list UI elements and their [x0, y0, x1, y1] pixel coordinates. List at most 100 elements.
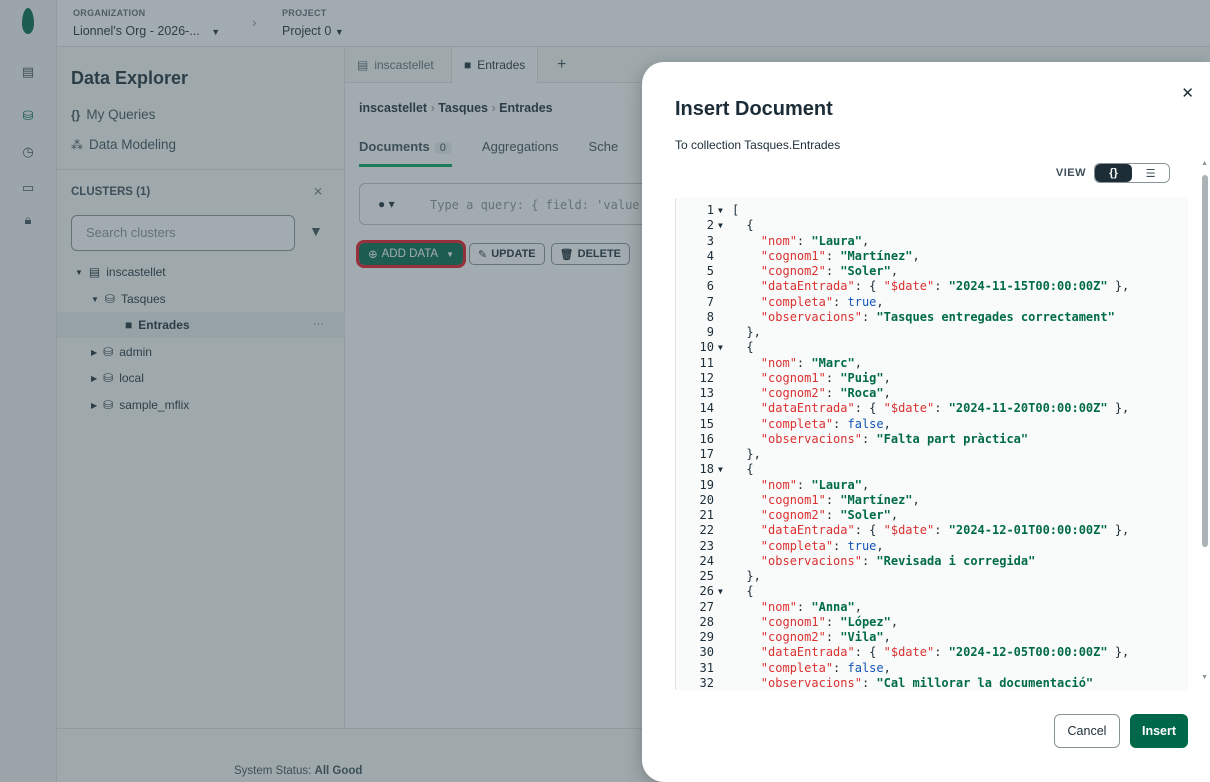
fold-caret-icon[interactable]: ▼	[718, 463, 723, 476]
code-token: :	[833, 538, 848, 553]
code-token: :	[825, 492, 841, 507]
code-token: ,	[883, 416, 891, 431]
line-number: 3	[706, 233, 714, 248]
code-token: ,	[912, 492, 920, 507]
json-editor[interactable]: 1 ▼ [2 ▼ {3 "nom": "Laura", 4 "cognom1": "Martí…	[675, 198, 1188, 690]
code-token: {	[746, 340, 754, 355]
code-token: [	[732, 203, 740, 217]
fold-caret-icon[interactable]: ▼	[718, 219, 723, 232]
code-token: :	[796, 599, 812, 614]
code-token: "Martínez"	[840, 248, 913, 263]
code-token: "Soler"	[840, 264, 891, 278]
code-token: :	[861, 675, 877, 690]
code-token: ,	[883, 630, 891, 644]
code-text: "cognom2": "Roca",	[761, 387, 891, 400]
code-text: },	[746, 570, 760, 583]
code-token: ,	[890, 508, 899, 522]
line-number: 7	[706, 294, 714, 309]
code-text: "dataEntrada": { "$date": "2024-12-01T00…	[761, 524, 1130, 537]
code-text: "dataEntrada": { "$date": "2024-11-20T00…	[761, 402, 1130, 415]
code-token: :	[861, 431, 877, 446]
line-number: 27	[699, 599, 714, 614]
code-token: : {	[854, 401, 884, 416]
code-token: "dataEntrada"	[760, 279, 855, 294]
code-token: : {	[854, 645, 884, 660]
fold-caret-icon[interactable]: ▼	[718, 341, 723, 354]
line-number: 28	[699, 614, 714, 629]
code-token: :	[934, 645, 949, 660]
code-token: :	[796, 477, 812, 492]
code-token: "2024-11-15T00:00:00Z"	[948, 279, 1108, 294]
code-token: "2024-11-20T00:00:00Z"	[948, 401, 1108, 416]
scroll-up-icon[interactable]: ▲	[1201, 160, 1208, 167]
list-view-button[interactable]: ☰	[1132, 164, 1169, 182]
cancel-button[interactable]: Cancel	[1054, 714, 1120, 748]
fold-caret-icon[interactable]: ▼	[718, 585, 723, 598]
code-token: ,	[883, 386, 891, 400]
view-toggle: {} ☰	[1094, 163, 1170, 183]
line-number: 25	[699, 569, 714, 583]
line-number: 5	[706, 264, 714, 278]
code-token: true	[847, 538, 877, 553]
code-token: :	[861, 553, 877, 568]
view-switcher: VIEW {} ☰	[1056, 163, 1170, 183]
code-text: {	[746, 463, 753, 476]
code-token: ,	[854, 355, 862, 370]
code-token: "Falta part pràctica"	[876, 431, 1029, 446]
code-text: "completa": false,	[761, 416, 891, 431]
code-text: "completa": true,	[760, 538, 884, 553]
code-token: "Laura"	[811, 477, 862, 492]
line-number: 32	[699, 675, 714, 690]
code-token: true	[847, 294, 877, 309]
code-token: "$date"	[883, 279, 935, 294]
line-number: 4	[706, 248, 714, 263]
json-view-button[interactable]: {}	[1095, 164, 1132, 182]
modal-title: Insert Document	[675, 98, 833, 120]
code-token: "2024-12-01T00:00:00Z"	[948, 523, 1108, 538]
line-number: 2	[706, 218, 714, 233]
code-token: ,	[883, 370, 891, 385]
code-text: "cognom1": "Puig",	[761, 370, 891, 385]
code-text: "observacions": "Cal millorar la documen…	[761, 675, 1093, 690]
code-token: :	[833, 660, 848, 675]
close-icon[interactable]: ✕	[1181, 84, 1194, 102]
line-number: 14	[699, 401, 714, 416]
code-token: "Marc"	[811, 355, 855, 370]
code-token: "cognom2"	[760, 508, 826, 522]
code-token: ,	[912, 248, 920, 263]
code-token: :	[825, 630, 841, 644]
code-token: ,	[890, 264, 899, 278]
line-number: 21	[699, 508, 714, 522]
editor-scrollbar[interactable]	[1202, 175, 1208, 547]
insert-button[interactable]: Insert	[1130, 714, 1188, 748]
view-label: VIEW	[1055, 167, 1086, 179]
line-number: 23	[699, 538, 714, 553]
insert-document-modal: ✕ Insert Document To collection Tasques.…	[642, 62, 1210, 782]
line-number: 6	[706, 279, 714, 294]
fold-caret-icon[interactable]: ▼	[718, 204, 723, 217]
code-token: "dataEntrada"	[760, 645, 855, 660]
code-token: "cognom1"	[760, 492, 826, 507]
code-text: "nom": "Laura",	[761, 234, 869, 248]
line-number: 16	[699, 431, 714, 446]
code-token: "dataEntrada"	[760, 401, 855, 416]
code-token: },	[1107, 279, 1130, 294]
code-token: "completa"	[760, 538, 834, 553]
code-token: {	[746, 584, 754, 599]
code-token: "$date"	[883, 645, 935, 660]
code-text: "observacions": "Revisada i corregida"	[761, 553, 1036, 568]
code-text: "cognom1": "Martínez",	[760, 248, 920, 263]
code-token: "Vila"	[840, 630, 884, 644]
code-token: "dataEntrada"	[760, 523, 855, 538]
code-token: "cognom1"	[760, 248, 826, 263]
code-text: "nom": "Laura",	[761, 477, 869, 492]
scroll-down-icon[interactable]: ▼	[1201, 674, 1208, 681]
code-text: "nom": "Marc",	[761, 355, 862, 370]
code-text: {	[746, 585, 753, 598]
line-number: 31	[699, 660, 714, 675]
code-token: :	[825, 614, 841, 629]
line-number: 15	[699, 416, 714, 431]
code-token: "completa"	[760, 294, 834, 309]
code-text: [	[732, 204, 739, 217]
code-text: "dataEntrada": { "$date": "2024-11-15T00…	[761, 280, 1130, 293]
